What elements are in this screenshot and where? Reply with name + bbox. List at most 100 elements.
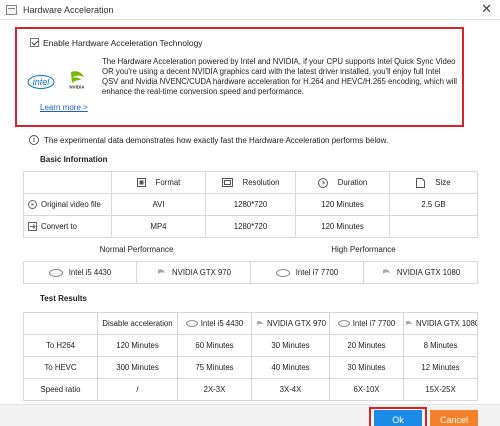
table-cell xyxy=(23,171,112,194)
table-cell: 2X-3X xyxy=(177,378,252,401)
table-cell: 300 Minutes xyxy=(97,356,178,379)
intel-logo-text: intel xyxy=(33,77,51,87)
high-performance-heading: High Performance xyxy=(331,245,396,254)
table-cell: 30 Minutes xyxy=(251,334,330,357)
clock-icon xyxy=(317,177,328,188)
row-label: Convert to xyxy=(41,221,77,231)
chip-intel-i5: Intel i5 4430 xyxy=(23,261,137,284)
format-icon xyxy=(136,178,146,188)
hardware-chips-table: Intel i5 4430 NVIDIA GTX 970 Intel i7 77… xyxy=(23,261,478,284)
chip-label: NVIDIA GTX 970 xyxy=(172,267,231,277)
close-icon[interactable]: ✕ xyxy=(481,2,492,16)
resolution-header-label: Resolution xyxy=(242,177,280,187)
table-cell xyxy=(389,215,478,238)
duration-header: Duration xyxy=(295,171,390,194)
format-header: Format xyxy=(111,171,206,194)
table-cell: 20 Minutes xyxy=(329,334,404,357)
table-row: Original video file AVI 1280*720 120 Min… xyxy=(23,193,478,216)
size-header-label: Size xyxy=(435,177,451,187)
nvidia-chip-icon xyxy=(382,269,390,275)
intel-chip-icon xyxy=(275,268,290,277)
table-cell: 2.5 GB xyxy=(389,193,478,216)
nvidia-logo-icon: NVIDIA xyxy=(69,71,85,90)
duration-header-label: Duration xyxy=(337,177,368,187)
intel-logo-icon: intel xyxy=(27,75,55,89)
table-header-row: Disable acceleration Intel i5 4430 NVIDI… xyxy=(23,312,478,335)
nvidia-chip-icon xyxy=(158,269,166,275)
table-cell: 40 Minutes xyxy=(251,356,330,379)
intel-chip-icon xyxy=(337,320,350,328)
info-icon: i xyxy=(29,135,39,145)
video-file-icon xyxy=(28,200,37,210)
basic-information-table: Format Resolution Duration Size Original… xyxy=(23,171,478,238)
test-results-table: Disable acceleration Intel i5 4430 NVIDI… xyxy=(23,312,478,401)
learn-more-link[interactable]: Learn more > xyxy=(40,103,88,112)
row-label: To HEVC xyxy=(23,356,98,379)
enable-acceleration-label[interactable]: Enable Hardware Acceleration Technology xyxy=(43,38,203,48)
chip-nvidia-970: NVIDIA GTX 970 xyxy=(136,261,251,284)
table-cell: 1280*720 xyxy=(205,193,296,216)
chip-label: Intel i7 7700 xyxy=(295,268,339,277)
table-cell: MP4 xyxy=(111,215,206,238)
col-header-label: NVIDIA GTX 1080 xyxy=(416,319,478,328)
table-row: Speed ratio / 2X-3X 3X-4X 6X-10X 15X-25X xyxy=(23,378,478,401)
chip-label: NVIDIA GTX 1080 xyxy=(396,267,461,277)
table-cell: 75 Minutes xyxy=(177,356,252,379)
file-size-icon xyxy=(416,177,426,188)
resolution-header: Resolution xyxy=(205,171,296,194)
size-header: Size xyxy=(389,171,478,194)
resolution-icon xyxy=(221,178,233,188)
row-label: Original video file xyxy=(41,199,101,209)
table-cell: 120 Minutes xyxy=(97,334,178,357)
table-row: To HEVC 300 Minutes 75 Minutes 40 Minute… xyxy=(23,356,478,379)
col-header: NVIDIA GTX 970 xyxy=(251,312,330,335)
intel-chip-icon xyxy=(185,320,198,328)
enable-acceleration-checkbox[interactable] xyxy=(30,38,39,47)
basic-information-heading: Basic Information xyxy=(40,155,108,164)
intel-chip-icon xyxy=(48,268,63,277)
row-label: Speed ratio xyxy=(23,378,98,401)
experimental-data-note: The experimental data demonstrates how e… xyxy=(44,136,389,145)
test-results-heading: Test Results xyxy=(40,294,87,303)
acceleration-description: The Hardware Acceleration powered by Int… xyxy=(102,57,457,96)
table-cell: 30 Minutes xyxy=(329,356,404,379)
convert-icon xyxy=(28,222,37,232)
format-header-label: Format xyxy=(155,177,181,187)
table-header-row: Format Resolution Duration Size xyxy=(23,171,478,194)
table-cell: 60 Minutes xyxy=(177,334,252,357)
table-cell: 6X-10X xyxy=(329,378,404,401)
original-video-cell: Original video file xyxy=(23,193,112,216)
col-header: Intel i5 4430 xyxy=(177,312,252,335)
col-header: NVIDIA GTX 1080 xyxy=(403,312,478,335)
table-cell: 8 Minutes xyxy=(403,334,478,357)
col-header-label: Intel i5 4430 xyxy=(200,319,244,328)
table-cell: / xyxy=(97,378,178,401)
table-cell: 120 Minutes xyxy=(295,193,390,216)
table-cell: 3X-4X xyxy=(251,378,330,401)
table-cell: 1280*720 xyxy=(205,215,296,238)
nvidia-logo-text: NVIDIA xyxy=(69,85,85,90)
cancel-button[interactable]: Cancel xyxy=(430,410,478,426)
table-row: Convert to MP4 1280*720 120 Minutes xyxy=(23,215,478,238)
table-row: Intel i5 4430 NVIDIA GTX 970 Intel i7 77… xyxy=(23,261,478,284)
chip-nvidia-1080: NVIDIA GTX 1080 xyxy=(363,261,478,284)
table-cell: 120 Minutes xyxy=(295,215,390,238)
nvidia-chip-icon xyxy=(405,320,413,326)
normal-performance-heading: Normal Performance xyxy=(99,245,174,254)
table-row: To H264 120 Minutes 60 Minutes 30 Minute… xyxy=(23,334,478,357)
convert-to-cell: Convert to xyxy=(23,215,112,238)
chip-intel-i7: Intel i7 7700 xyxy=(250,261,364,284)
table-cell: 15X-25X xyxy=(403,378,478,401)
chip-label: Intel i5 4430 xyxy=(68,268,112,277)
title-bar: Hardware Acceleration ✕ xyxy=(0,0,500,20)
col-header: Disable acceleration xyxy=(97,312,178,335)
row-label: To H264 xyxy=(23,334,98,357)
table-cell: AVI xyxy=(111,193,206,216)
nvidia-chip-icon xyxy=(256,320,264,326)
col-header-label: Intel i7 7700 xyxy=(352,319,396,328)
table-cell xyxy=(23,312,98,335)
table-cell: 12 Minutes xyxy=(403,356,478,379)
app-window-icon xyxy=(6,5,17,15)
ok-button[interactable]: Ok xyxy=(374,410,422,426)
col-header-label: NVIDIA GTX 970 xyxy=(267,319,326,328)
